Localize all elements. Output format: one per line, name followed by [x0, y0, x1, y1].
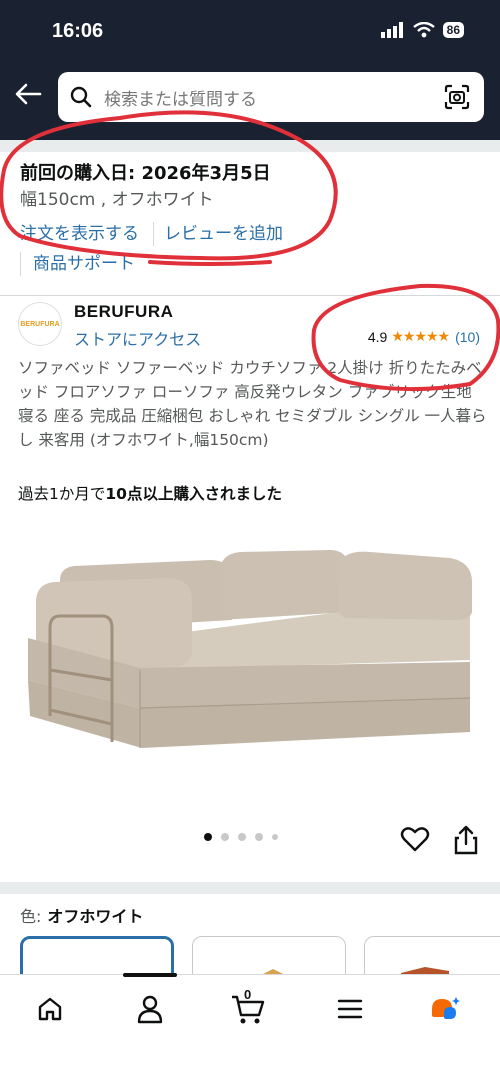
seller-logo[interactable]: BERUFURA	[18, 302, 62, 346]
active-tab-indicator	[123, 973, 177, 977]
bought-count: 10点以上購入されました	[105, 485, 282, 503]
share-icon[interactable]	[452, 824, 480, 856]
nav-menu[interactable]	[332, 991, 368, 1027]
menu-icon	[337, 999, 363, 1019]
bought-prefix: 過去1か月で	[18, 485, 106, 503]
app-header: 16:06 86 検索または質問する	[0, 0, 500, 140]
purchase-count-badge: 過去1か月で10点以上購入されました	[18, 482, 282, 504]
purchased-variant: 幅150cm , オフホワイト	[20, 190, 214, 210]
view-order-link[interactable]: 注文を表示する	[20, 222, 139, 246]
status-icons: 86	[380, 22, 464, 38]
last-purchase-date: 前回の購入日: 2026年3月5日	[20, 163, 271, 184]
seller-row: BERUFURA BERUFURA ストアにアクセス 4.9 ★★★★★ (10…	[18, 302, 484, 358]
seller-logo-text: BERUFURA	[20, 320, 60, 328]
color-selector-label: 色: オフホワイト	[20, 903, 143, 927]
rating-summary[interactable]: 4.9 ★★★★★ (10)	[368, 328, 480, 345]
heart-icon[interactable]	[400, 824, 430, 854]
add-review-link[interactable]: レビューを追加	[164, 222, 283, 246]
pagination-dot[interactable]	[238, 833, 246, 841]
product-image[interactable]	[20, 520, 480, 800]
image-pagination[interactable]	[204, 833, 278, 841]
battery-indicator: 86	[442, 22, 464, 38]
back-arrow-icon	[15, 83, 42, 105]
rufus-assistant-icon	[432, 997, 460, 1019]
signal-icon	[380, 22, 403, 38]
person-icon	[137, 995, 163, 1024]
selected-color: オフホワイト	[47, 907, 144, 926]
pagination-dot-active[interactable]	[204, 833, 212, 841]
rating-value: 4.9	[367, 328, 388, 345]
nav-rufus[interactable]	[428, 991, 464, 1027]
nav-home[interactable]	[32, 991, 68, 1027]
color-label: 色:	[20, 907, 42, 926]
visit-store-link[interactable]: ストアにアクセス	[74, 326, 201, 350]
rating-count[interactable]: (10)	[455, 329, 480, 345]
pagination-dot[interactable]	[272, 834, 278, 840]
bottom-navigation: 0	[0, 973, 500, 1080]
nav-account[interactable]	[132, 991, 168, 1027]
seller-name: BERUFURA	[74, 302, 174, 321]
status-time: 16:06	[52, 20, 104, 42]
product-title: ソファベッド ソファーベッド カウチソファ 2人掛け 折りたたみベッド フロアソ…	[18, 359, 487, 449]
product-support-link[interactable]: 商品サポート	[20, 252, 480, 276]
search-input[interactable]: 検索または質問する	[104, 85, 442, 110]
star-rating-icon: ★★★★★	[391, 328, 450, 344]
purchase-info: 前回の購入日: 2026年3月5日 幅150cm , オフホワイト 注文を表示す…	[0, 140, 500, 290]
search-icon	[70, 86, 92, 108]
nav-cart[interactable]: 0	[230, 987, 266, 1027]
section-separator	[0, 882, 500, 894]
home-icon	[38, 997, 62, 1021]
pagination-dot[interactable]	[221, 833, 229, 841]
camera-search-icon[interactable]	[442, 82, 472, 112]
cart-count: 0	[244, 987, 252, 1002]
link-divider	[153, 222, 154, 246]
wifi-icon	[412, 22, 435, 38]
back-button[interactable]	[14, 82, 42, 110]
search-bar[interactable]: 検索または質問する	[58, 72, 484, 122]
section-divider	[0, 295, 500, 296]
pagination-dot[interactable]	[255, 833, 263, 841]
